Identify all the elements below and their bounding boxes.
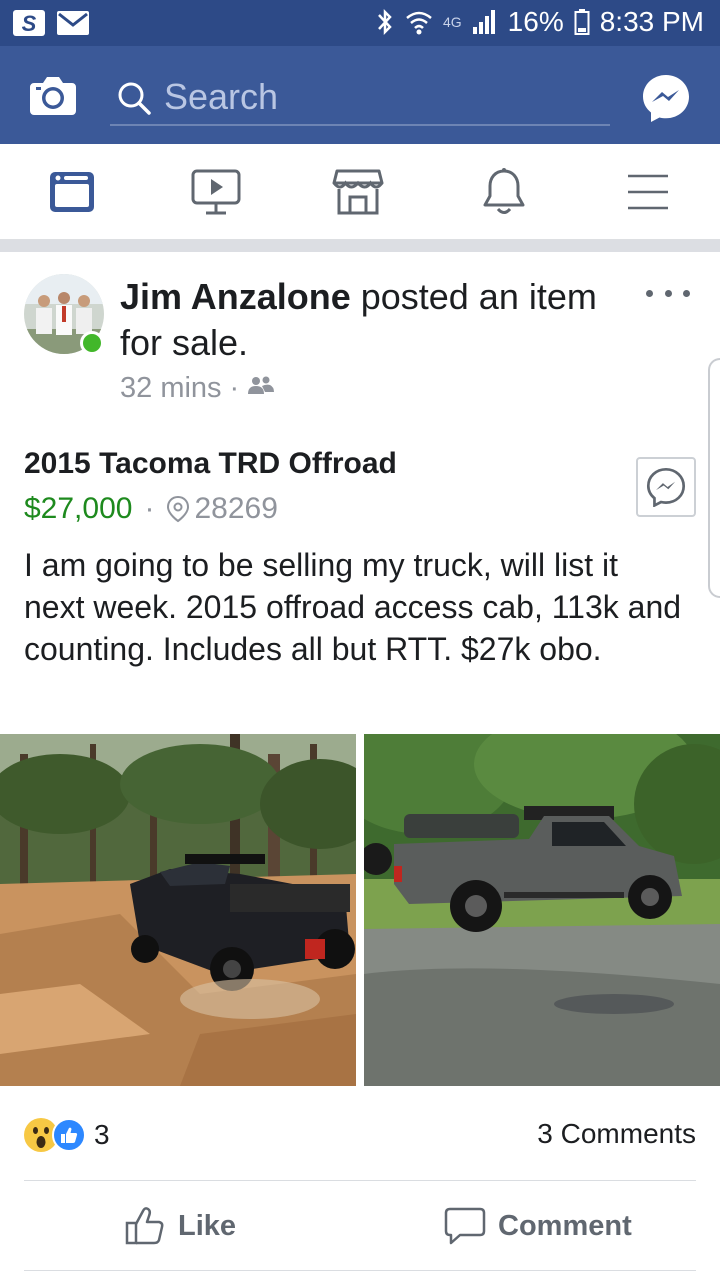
clock-time: 8:33 PM xyxy=(599,6,704,37)
tab-notifications[interactable] xyxy=(476,164,532,220)
s-app-icon: S xyxy=(12,8,46,43)
like-label: Like xyxy=(178,1209,237,1242)
more-dot-icon xyxy=(683,289,690,297)
messenger-icon xyxy=(643,75,689,122)
friends-audience-icon xyxy=(247,372,275,405)
status-bar: S 4G 16% 8:33 PM xyxy=(0,0,720,46)
tab-news-feed[interactable] xyxy=(44,164,100,220)
like-reaction-icon xyxy=(52,1118,86,1152)
svg-text:S: S xyxy=(22,11,37,36)
marketplace-icon xyxy=(332,169,384,215)
nav-bar xyxy=(0,144,720,240)
comment-label: Comment xyxy=(498,1209,632,1242)
gmail-icon xyxy=(56,9,90,42)
tab-marketplace[interactable] xyxy=(330,164,386,220)
comment-button[interactable]: Comment xyxy=(444,1198,632,1254)
news-feed-icon xyxy=(50,172,94,212)
feed-divider xyxy=(0,240,720,252)
divider xyxy=(24,1270,696,1271)
post-description: I am going to be selling my truck, will … xyxy=(24,547,682,667)
like-button[interactable]: Like xyxy=(124,1198,236,1254)
comment-bubble-icon xyxy=(444,1207,486,1245)
price-separator: · xyxy=(144,492,155,525)
bluetooth-icon xyxy=(375,7,395,37)
search-box[interactable] xyxy=(110,68,610,126)
more-options-button[interactable] xyxy=(646,280,690,306)
camera-icon xyxy=(30,77,76,115)
battery-icon xyxy=(574,8,590,36)
more-dot-icon xyxy=(646,289,653,297)
signal-icon xyxy=(472,9,498,35)
post-timestamp[interactable]: 32 mins xyxy=(120,372,222,405)
meta-separator: · xyxy=(229,372,240,404)
divider xyxy=(24,1180,696,1181)
reactions-summary[interactable]: 3 xyxy=(24,1118,110,1152)
item-photo-2[interactable] xyxy=(364,734,720,1086)
messenger-button[interactable] xyxy=(640,72,692,124)
post-header: Jim Anzalone posted an item for sale. xyxy=(120,274,620,366)
thumbs-up-icon xyxy=(125,1207,164,1245)
search-icon xyxy=(118,82,151,115)
menu-icon xyxy=(628,174,668,210)
reaction-count: 3 xyxy=(94,1119,110,1150)
bell-icon xyxy=(483,168,525,214)
location-zip: 28269 xyxy=(194,492,278,525)
location-pin-icon xyxy=(167,495,190,523)
item-location: 28269 xyxy=(166,492,278,526)
app-header xyxy=(0,46,720,144)
tab-watch[interactable] xyxy=(188,164,244,220)
message-seller-button[interactable] xyxy=(636,457,696,517)
scroll-handle[interactable] xyxy=(708,358,720,598)
online-status-dot xyxy=(80,331,104,355)
tab-menu[interactable] xyxy=(620,164,676,220)
price-row: $27,000 · 28269 xyxy=(24,492,278,526)
comments-count[interactable]: 3 Comments xyxy=(537,1118,696,1150)
battery-percent: 16% xyxy=(507,6,564,37)
search-input[interactable] xyxy=(164,72,594,122)
camera-button[interactable] xyxy=(28,74,78,116)
item-photo-1[interactable] xyxy=(0,734,356,1086)
more-dot-icon xyxy=(664,289,672,297)
item-title[interactable]: 2015 Tacoma TRD Offroad xyxy=(24,447,397,481)
author-name[interactable]: Jim Anzalone xyxy=(120,276,351,317)
messenger-icon xyxy=(646,467,686,507)
item-price: $27,000 xyxy=(24,492,133,525)
marketplace-post: Jim Anzalone posted an item for sale. 32… xyxy=(0,252,720,1280)
watch-icon xyxy=(191,169,241,215)
post-meta: 32 mins · xyxy=(120,372,275,405)
wifi-icon xyxy=(405,8,433,36)
network-type-label: 4G xyxy=(442,14,462,30)
